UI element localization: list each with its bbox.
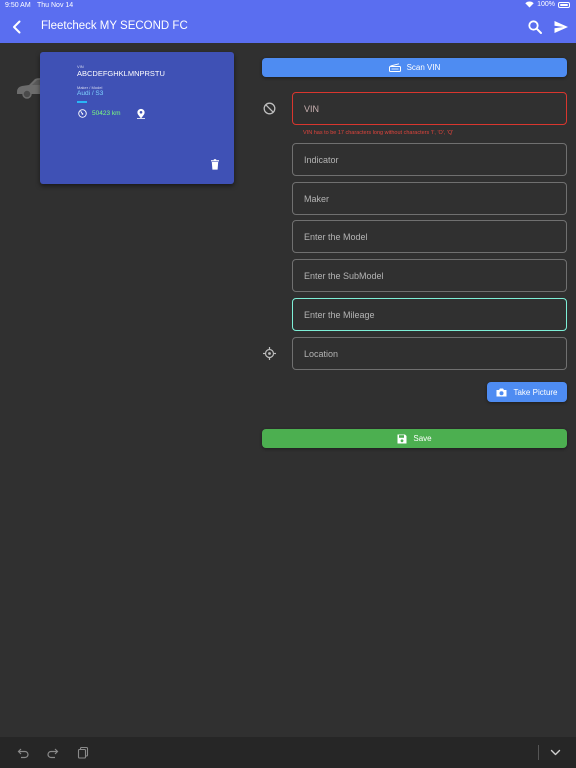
vin-value: ABCDEFGHKLMNPRSTU [77, 69, 165, 78]
battery-percent: 100% [537, 1, 555, 8]
model-input[interactable] [293, 221, 566, 252]
status-date: Thu Nov 14 [37, 2, 74, 9]
speedometer-icon [78, 109, 87, 118]
scan-vin-button[interactable]: Scan VIN [262, 58, 567, 77]
save-button[interactable]: Save [262, 429, 567, 448]
vin-error-text: VIN has to be 17 characters long without… [303, 130, 454, 136]
status-bar: 9:50 AM Thu Nov 14 100% [0, 0, 576, 12]
vin-input[interactable] [293, 93, 566, 124]
floppy-disk-icon [397, 434, 407, 443]
indicator-input[interactable] [293, 144, 566, 175]
redo-icon[interactable] [46, 746, 59, 759]
vehicle-card[interactable]: VIN ABCDEFGHKLMNPRSTU Maker / Model Audi… [40, 52, 234, 184]
undo-icon[interactable] [17, 746, 30, 759]
scanner-icon [388, 63, 401, 72]
maker-model-underline [77, 101, 87, 103]
submodel-field[interactable] [292, 259, 567, 292]
clipboard-icon[interactable] [77, 746, 90, 759]
location-field[interactable] [292, 337, 567, 370]
chevron-down-icon[interactable] [549, 746, 562, 759]
take-picture-button[interactable]: Take Picture [487, 382, 567, 402]
search-icon[interactable] [527, 19, 543, 35]
maker-field[interactable] [292, 182, 567, 215]
trash-icon[interactable] [210, 159, 220, 170]
scan-vin-label: Scan VIN [406, 63, 441, 72]
app-bar: Fleetcheck MY SECOND FC [0, 12, 576, 43]
map-pin-icon [137, 108, 145, 119]
maker-input[interactable] [293, 183, 566, 214]
vin-field[interactable] [292, 92, 567, 125]
wifi-icon [525, 1, 534, 8]
camera-icon [496, 388, 507, 396]
mileage-field[interactable] [292, 298, 567, 331]
keyboard-toolbar [0, 737, 576, 768]
indicator-field[interactable] [292, 143, 567, 176]
model-field[interactable] [292, 220, 567, 253]
send-icon[interactable] [553, 19, 569, 35]
battery-icon [558, 1, 570, 8]
block-icon[interactable] [263, 102, 276, 115]
location-input[interactable] [293, 338, 566, 369]
status-time: 9:50 AM [5, 2, 31, 9]
toolbar-divider [538, 745, 539, 760]
maker-model-value: Audi / S3 [77, 90, 104, 97]
gps-target-icon[interactable] [263, 347, 276, 360]
save-label: Save [413, 434, 432, 443]
status-right: 100% [525, 1, 570, 8]
mileage-input[interactable] [293, 299, 566, 330]
take-picture-label: Take Picture [513, 387, 558, 397]
page-title: Fleetcheck MY SECOND FC [41, 20, 188, 32]
submodel-input[interactable] [293, 260, 566, 291]
back-arrow-icon[interactable] [9, 19, 25, 35]
mileage-value: 50423 km [92, 110, 121, 117]
